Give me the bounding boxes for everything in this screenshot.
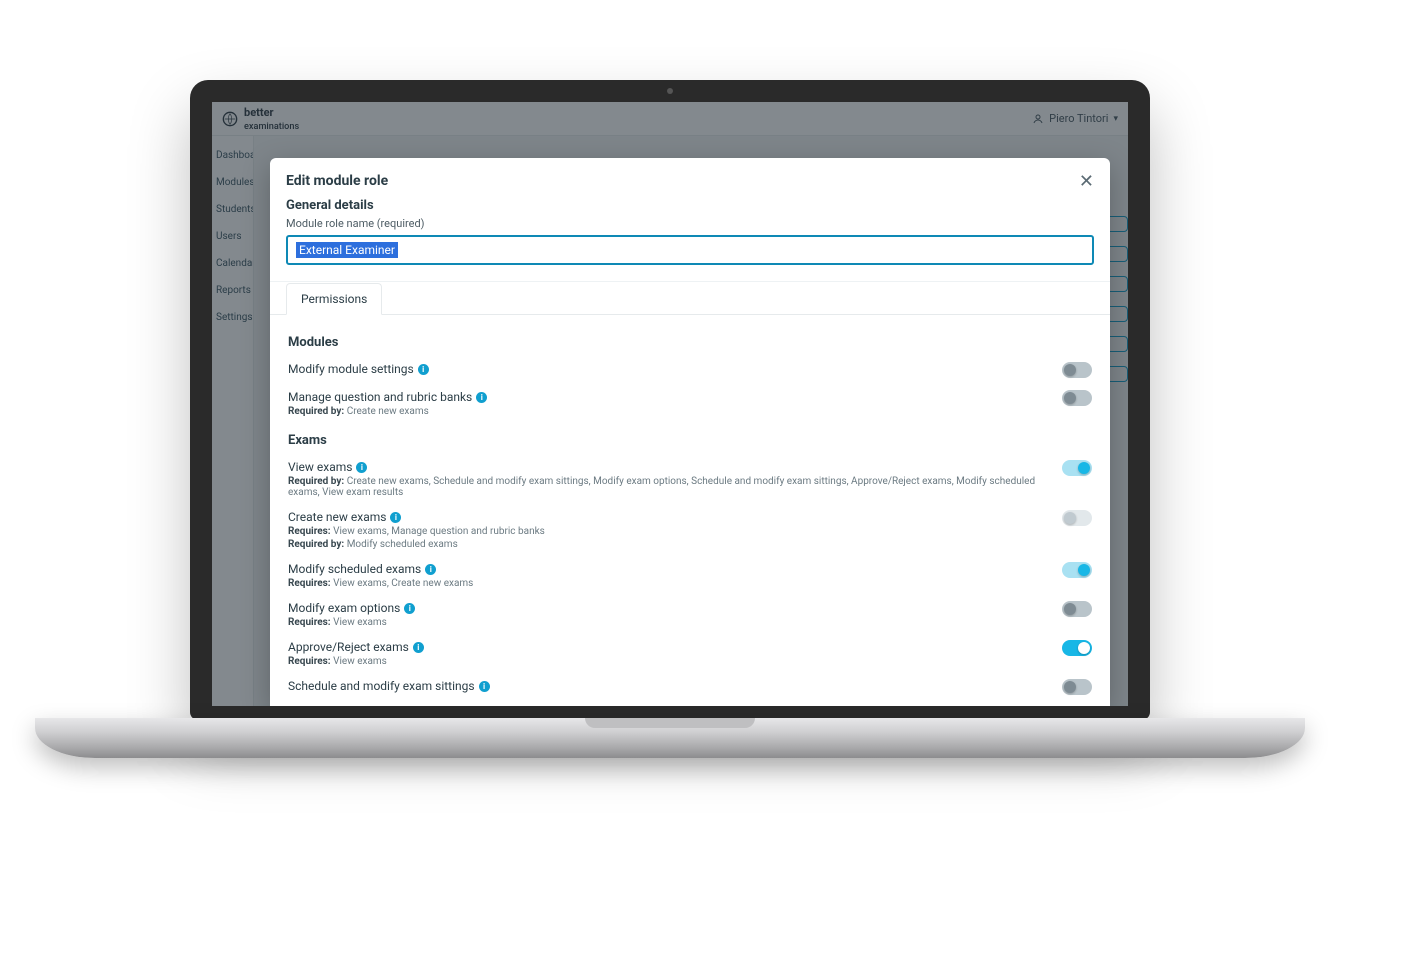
permission-row: Manage question and rubric banksi Require… bbox=[288, 384, 1092, 423]
sidebar-item-modules[interactable]: Modules bbox=[212, 169, 253, 196]
role-name-value: External Examiner bbox=[296, 242, 398, 258]
topbar: better examinations Piero Tintori ▾ bbox=[212, 102, 1128, 136]
edit-module-role-modal: Edit module role ✕ General details Modul… bbox=[270, 158, 1110, 706]
info-icon[interactable]: i bbox=[390, 512, 401, 523]
permission-name: Modify scheduled examsi bbox=[288, 562, 436, 576]
permission-toggle[interactable] bbox=[1062, 510, 1092, 526]
permission-meta: Requires: View exams, Manage question an… bbox=[288, 526, 1042, 537]
user-name: Piero Tintori bbox=[1049, 112, 1108, 125]
permission-row: Approve/Reject examsi Requires: View exam… bbox=[288, 634, 1092, 673]
permission-toggle[interactable] bbox=[1062, 460, 1092, 476]
close-icon[interactable]: ✕ bbox=[1079, 172, 1094, 190]
tab-permissions[interactable]: Permissions bbox=[286, 283, 382, 315]
laptop-frame: better examinations Piero Tintori ▾ Dash… bbox=[190, 80, 1150, 720]
permission-toggle[interactable] bbox=[1062, 562, 1092, 578]
app-screen: better examinations Piero Tintori ▾ Dash… bbox=[212, 102, 1128, 706]
permission-name: Create new examsi bbox=[288, 510, 401, 524]
permission-meta: Requires: View exams, Create new exams bbox=[288, 578, 1042, 589]
permission-name: Modify module settingsi bbox=[288, 362, 429, 376]
info-icon[interactable]: i bbox=[418, 364, 429, 375]
permission-row: Modify exam optionsi Requires: View exams bbox=[288, 595, 1092, 634]
permission-meta: Requires: View exams bbox=[288, 617, 1042, 628]
permission-row: Schedule and modify exam sittingsi bbox=[288, 673, 1092, 701]
permissions-group-modules: Modules bbox=[288, 335, 1092, 350]
permission-name: Manage question and rubric banksi bbox=[288, 390, 487, 404]
permission-name: View examsi bbox=[288, 460, 367, 474]
permissions-panel: Modules Modify module settingsi Manage que… bbox=[270, 315, 1110, 706]
permission-toggle[interactable] bbox=[1062, 362, 1092, 378]
brand-mark-icon bbox=[222, 111, 238, 127]
modal-title: Edit module role bbox=[286, 173, 388, 189]
permission-row: Create new examsi Requires: View exams, M… bbox=[288, 504, 1092, 556]
role-name-input[interactable]: External Examiner bbox=[286, 235, 1094, 265]
chevron-down-icon: ▾ bbox=[1113, 114, 1118, 124]
user-icon bbox=[1032, 113, 1044, 125]
sidebar: Dashboard Modules Students Users Calenda… bbox=[212, 136, 254, 706]
sidebar-item-dashboard[interactable]: Dashboard bbox=[212, 142, 253, 169]
permission-meta: Requires: View exams bbox=[288, 656, 1042, 667]
permission-row: Modify scheduled examsi Requires: View ex… bbox=[288, 556, 1092, 595]
brand-sub: examinations bbox=[244, 122, 299, 132]
permission-name: Approve/Reject examsi bbox=[288, 640, 424, 654]
info-icon[interactable]: i bbox=[404, 603, 415, 614]
general-details-heading: General details bbox=[286, 198, 1094, 213]
permission-meta: Required by: Modify scheduled exams bbox=[288, 539, 1042, 550]
permission-toggle[interactable] bbox=[1062, 390, 1092, 406]
permission-name: Schedule and modify exam sittingsi bbox=[288, 679, 490, 693]
permission-toggle[interactable] bbox=[1062, 601, 1092, 617]
modal-tabs: Permissions bbox=[270, 282, 1110, 315]
sidebar-item-users[interactable]: Users bbox=[212, 223, 253, 250]
user-menu[interactable]: Piero Tintori ▾ bbox=[1032, 112, 1118, 125]
permission-row: View examsi Required by: Create new exams… bbox=[288, 454, 1092, 504]
laptop-base bbox=[35, 718, 1305, 758]
info-icon[interactable]: i bbox=[425, 564, 436, 575]
sidebar-item-calendar[interactable]: Calendar bbox=[212, 250, 253, 277]
info-icon[interactable]: i bbox=[476, 392, 487, 403]
permission-row: Modify module settingsi bbox=[288, 356, 1092, 384]
permission-toggle[interactable] bbox=[1062, 679, 1092, 695]
laptop-camera bbox=[667, 88, 673, 94]
permission-meta: Required by: Create new exams, Schedule … bbox=[288, 476, 1042, 498]
sidebar-item-settings[interactable]: Settings bbox=[212, 304, 253, 331]
role-name-label: Module role name (required) bbox=[286, 217, 1094, 230]
brand-name: better bbox=[244, 106, 274, 119]
permission-toggle[interactable] bbox=[1062, 640, 1092, 656]
permission-meta: Required by: Create new exams bbox=[288, 406, 1042, 417]
brand-logo[interactable]: better examinations bbox=[222, 106, 299, 132]
permission-name: Modify exam optionsi bbox=[288, 601, 415, 615]
info-icon[interactable]: i bbox=[356, 462, 367, 473]
info-icon[interactable]: i bbox=[479, 681, 490, 692]
sidebar-item-students[interactable]: Students bbox=[212, 196, 253, 223]
info-icon[interactable]: i bbox=[413, 642, 424, 653]
sidebar-item-reports[interactable]: Reports bbox=[212, 277, 253, 304]
permissions-group-exams: Exams bbox=[288, 433, 1092, 448]
